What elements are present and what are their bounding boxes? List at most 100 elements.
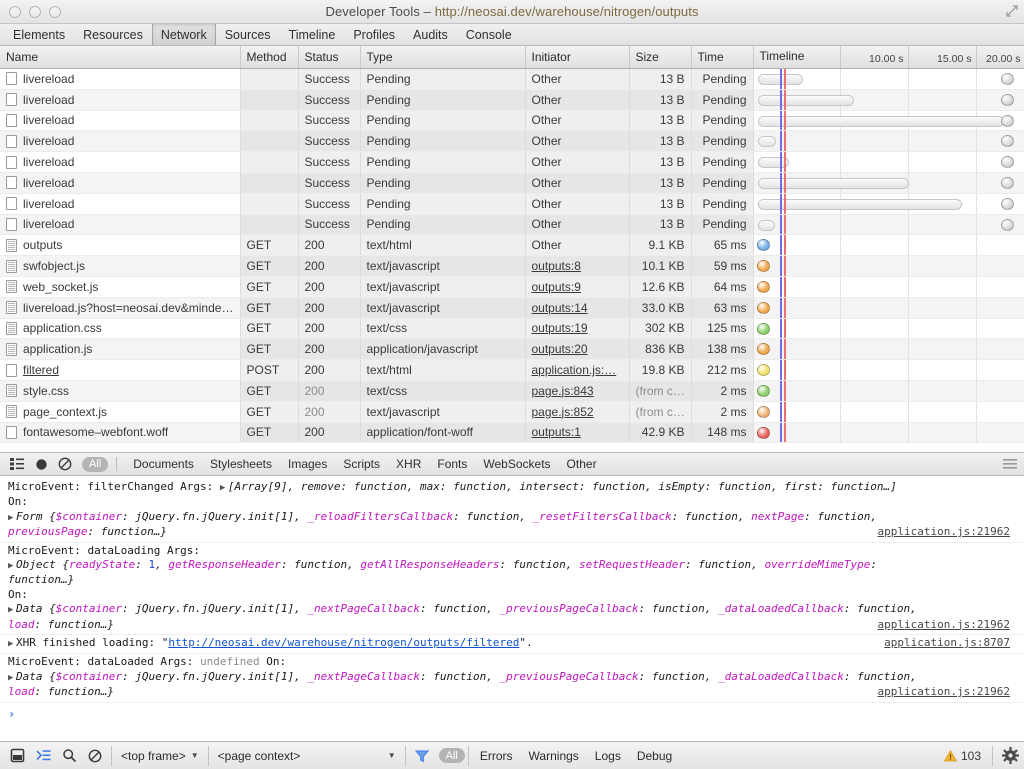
dock-icon[interactable] xyxy=(4,743,30,769)
search-icon[interactable] xyxy=(56,743,82,769)
cell-name[interactable]: filtered xyxy=(0,359,241,381)
cell-initiator[interactable]: outputs:9 xyxy=(525,276,630,298)
tab-sources[interactable]: Sources xyxy=(216,24,280,45)
console-level-errors[interactable]: Errors xyxy=(472,749,521,763)
funnel-icon[interactable] xyxy=(409,743,435,769)
cell-name[interactable]: livereload xyxy=(0,193,241,215)
cell-initiator[interactable]: outputs:14 xyxy=(525,297,630,319)
table-row[interactable]: application.css GET 200 text/css outputs:19 3… xyxy=(0,318,1024,340)
cell-name[interactable]: swfobject.js xyxy=(0,255,241,277)
console-source-link[interactable]: application.js:21962 xyxy=(878,685,1010,699)
cell-name[interactable]: web_socket.js xyxy=(0,276,241,298)
console-prompt[interactable]: › xyxy=(0,703,1024,721)
table-row[interactable]: outputs GET 200 text/html Other 9.1 KB 65 ms xyxy=(0,234,1024,257)
column-header-initiator[interactable]: Initiator xyxy=(525,46,630,69)
filter-type-other[interactable]: Other xyxy=(559,457,605,471)
context-selector[interactable]: <page context> ▼ xyxy=(212,743,402,769)
console-message[interactable]: MicroEvent: dataLoading Args: ▶ Object {re… xyxy=(0,543,1024,636)
cell-name[interactable]: fontawesome–webfont.woff xyxy=(0,422,241,444)
console-message[interactable]: MicroEvent: dataLoaded Args: undefined O… xyxy=(0,654,1024,703)
filter-type-websockets[interactable]: WebSockets xyxy=(475,457,558,471)
table-row[interactable]: filtered POST 200 text/html application.js:…… xyxy=(0,359,1024,381)
table-row[interactable]: livereload Success Pending Other 13 B Pending xyxy=(0,214,1024,236)
cell-name[interactable]: livereload xyxy=(0,151,241,173)
table-row[interactable]: livereload Success Pending Other 13 B Pending xyxy=(0,151,1024,173)
console-message[interactable]: ▶ XHR finished loading: "http://neosai.de… xyxy=(0,635,1024,655)
table-row[interactable]: style.css GET 200 text/css page.js:843 (from … xyxy=(0,380,1024,402)
tab-profiles[interactable]: Profiles xyxy=(344,24,404,45)
console-filter-all-button[interactable]: All xyxy=(438,748,465,763)
cell-name[interactable]: livereload.js?host=neosai.dev&minde… xyxy=(0,297,241,319)
console-url-link[interactable]: http://neosai.dev/warehouse/nitrogen/out… xyxy=(168,636,519,649)
cell-name[interactable]: outputs xyxy=(0,234,241,257)
filter-all-button[interactable]: All xyxy=(82,456,109,472)
console-message[interactable]: MicroEvent: filterChanged Args: ▶ [Array[… xyxy=(0,479,1024,543)
record-icon[interactable] xyxy=(30,454,52,474)
warning-count-badge[interactable]: 103 xyxy=(943,749,989,763)
cell-initiator[interactable]: outputs:1 xyxy=(525,422,630,444)
cell-initiator[interactable]: outputs:8 xyxy=(525,255,630,277)
resize-grip-icon[interactable] xyxy=(1005,4,1019,18)
console-source-link[interactable]: application.js:21962 xyxy=(878,618,1010,632)
table-row[interactable]: web_socket.js GET 200 text/javascript output… xyxy=(0,276,1024,298)
column-header-status[interactable]: Status xyxy=(298,46,361,69)
cell-initiator[interactable]: outputs:19 xyxy=(525,318,630,340)
column-header-time[interactable]: Time xyxy=(691,46,754,69)
cell-name[interactable]: page_context.js xyxy=(0,401,241,423)
table-row[interactable]: livereload Success Pending Other 13 B Pending xyxy=(0,89,1024,111)
table-row[interactable]: page_context.js GET 200 text/javascript page… xyxy=(0,401,1024,423)
hamburger-icon[interactable] xyxy=(1003,458,1017,473)
table-row[interactable]: swfobject.js GET 200 text/javascript outputs… xyxy=(0,255,1024,277)
column-header-method[interactable]: Method xyxy=(240,46,299,69)
tab-timeline[interactable]: Timeline xyxy=(280,24,345,45)
cell-initiator[interactable]: page.js:852 xyxy=(525,401,630,423)
console-level-logs[interactable]: Logs xyxy=(587,749,629,763)
table-row[interactable]: livereload Success Pending Other 13 B Pending xyxy=(0,193,1024,215)
list-view-icon[interactable] xyxy=(6,454,28,474)
console-source-link[interactable]: application.js:21962 xyxy=(878,525,1010,539)
cell-initiator[interactable]: page.js:843 xyxy=(525,380,630,402)
clear-icon[interactable] xyxy=(54,454,76,474)
column-header-name[interactable]: Name xyxy=(0,46,241,69)
cell-name[interactable]: livereload xyxy=(0,172,241,194)
filter-type-documents[interactable]: Documents xyxy=(125,457,202,471)
filter-type-fonts[interactable]: Fonts xyxy=(429,457,475,471)
cell-initiator[interactable]: outputs:20 xyxy=(525,338,630,361)
cell-name[interactable]: livereload xyxy=(0,214,241,236)
console-source-link[interactable]: application.js:8707 xyxy=(884,636,1010,650)
table-row[interactable]: livereload Success Pending Other 13 B Pending xyxy=(0,68,1024,90)
cell-name[interactable]: application.js xyxy=(0,338,241,361)
column-header-type[interactable]: Type xyxy=(360,46,526,69)
filter-type-xhr[interactable]: XHR xyxy=(388,457,429,471)
tab-network[interactable]: Network xyxy=(151,24,216,45)
cell-initiator[interactable]: application.js:… xyxy=(525,359,630,381)
console-level-debug[interactable]: Debug xyxy=(629,749,680,763)
console-output[interactable]: MicroEvent: filterChanged Args: ▶ [Array[… xyxy=(0,476,1024,741)
cell-name[interactable]: livereload xyxy=(0,68,241,90)
cell-name[interactable]: livereload xyxy=(0,110,241,132)
filter-type-images[interactable]: Images xyxy=(280,457,335,471)
table-row[interactable]: livereload Success Pending Other 13 B Pending xyxy=(0,130,1024,153)
cell-name[interactable]: livereload xyxy=(0,89,241,111)
table-row[interactable]: fontawesome–webfont.woff GET 200 applicatio… xyxy=(0,422,1024,444)
gear-icon[interactable] xyxy=(996,747,1024,764)
cell-name[interactable]: application.css xyxy=(0,318,241,340)
table-row[interactable]: livereload Success Pending Other 13 B Pending xyxy=(0,110,1024,132)
clear-console-icon[interactable] xyxy=(82,743,108,769)
filter-type-stylesheets[interactable]: Stylesheets xyxy=(202,457,280,471)
cell-name[interactable]: style.css xyxy=(0,380,241,402)
console-level-warnings[interactable]: Warnings xyxy=(521,749,587,763)
tab-audits[interactable]: Audits xyxy=(404,24,457,45)
tab-console[interactable]: Console xyxy=(457,24,521,45)
table-row[interactable]: application.js GET 200 application/javascri… xyxy=(0,338,1024,361)
table-row[interactable]: livereload Success Pending Other 13 B Pending xyxy=(0,172,1024,194)
column-header-timeline[interactable]: Timeline 10.00 s 15.00 s 20.00 s xyxy=(753,46,1024,69)
tab-resources[interactable]: Resources xyxy=(74,24,152,45)
cell-name[interactable]: livereload xyxy=(0,130,241,153)
filter-type-scripts[interactable]: Scripts xyxy=(335,457,388,471)
column-header-size[interactable]: Size xyxy=(629,46,692,69)
console-drawer-icon[interactable] xyxy=(30,743,56,769)
tab-elements[interactable]: Elements xyxy=(4,24,74,45)
table-row[interactable]: livereload.js?host=neosai.dev&minde… GET 2… xyxy=(0,297,1024,319)
frame-selector[interactable]: <top frame> ▼ xyxy=(115,743,205,769)
